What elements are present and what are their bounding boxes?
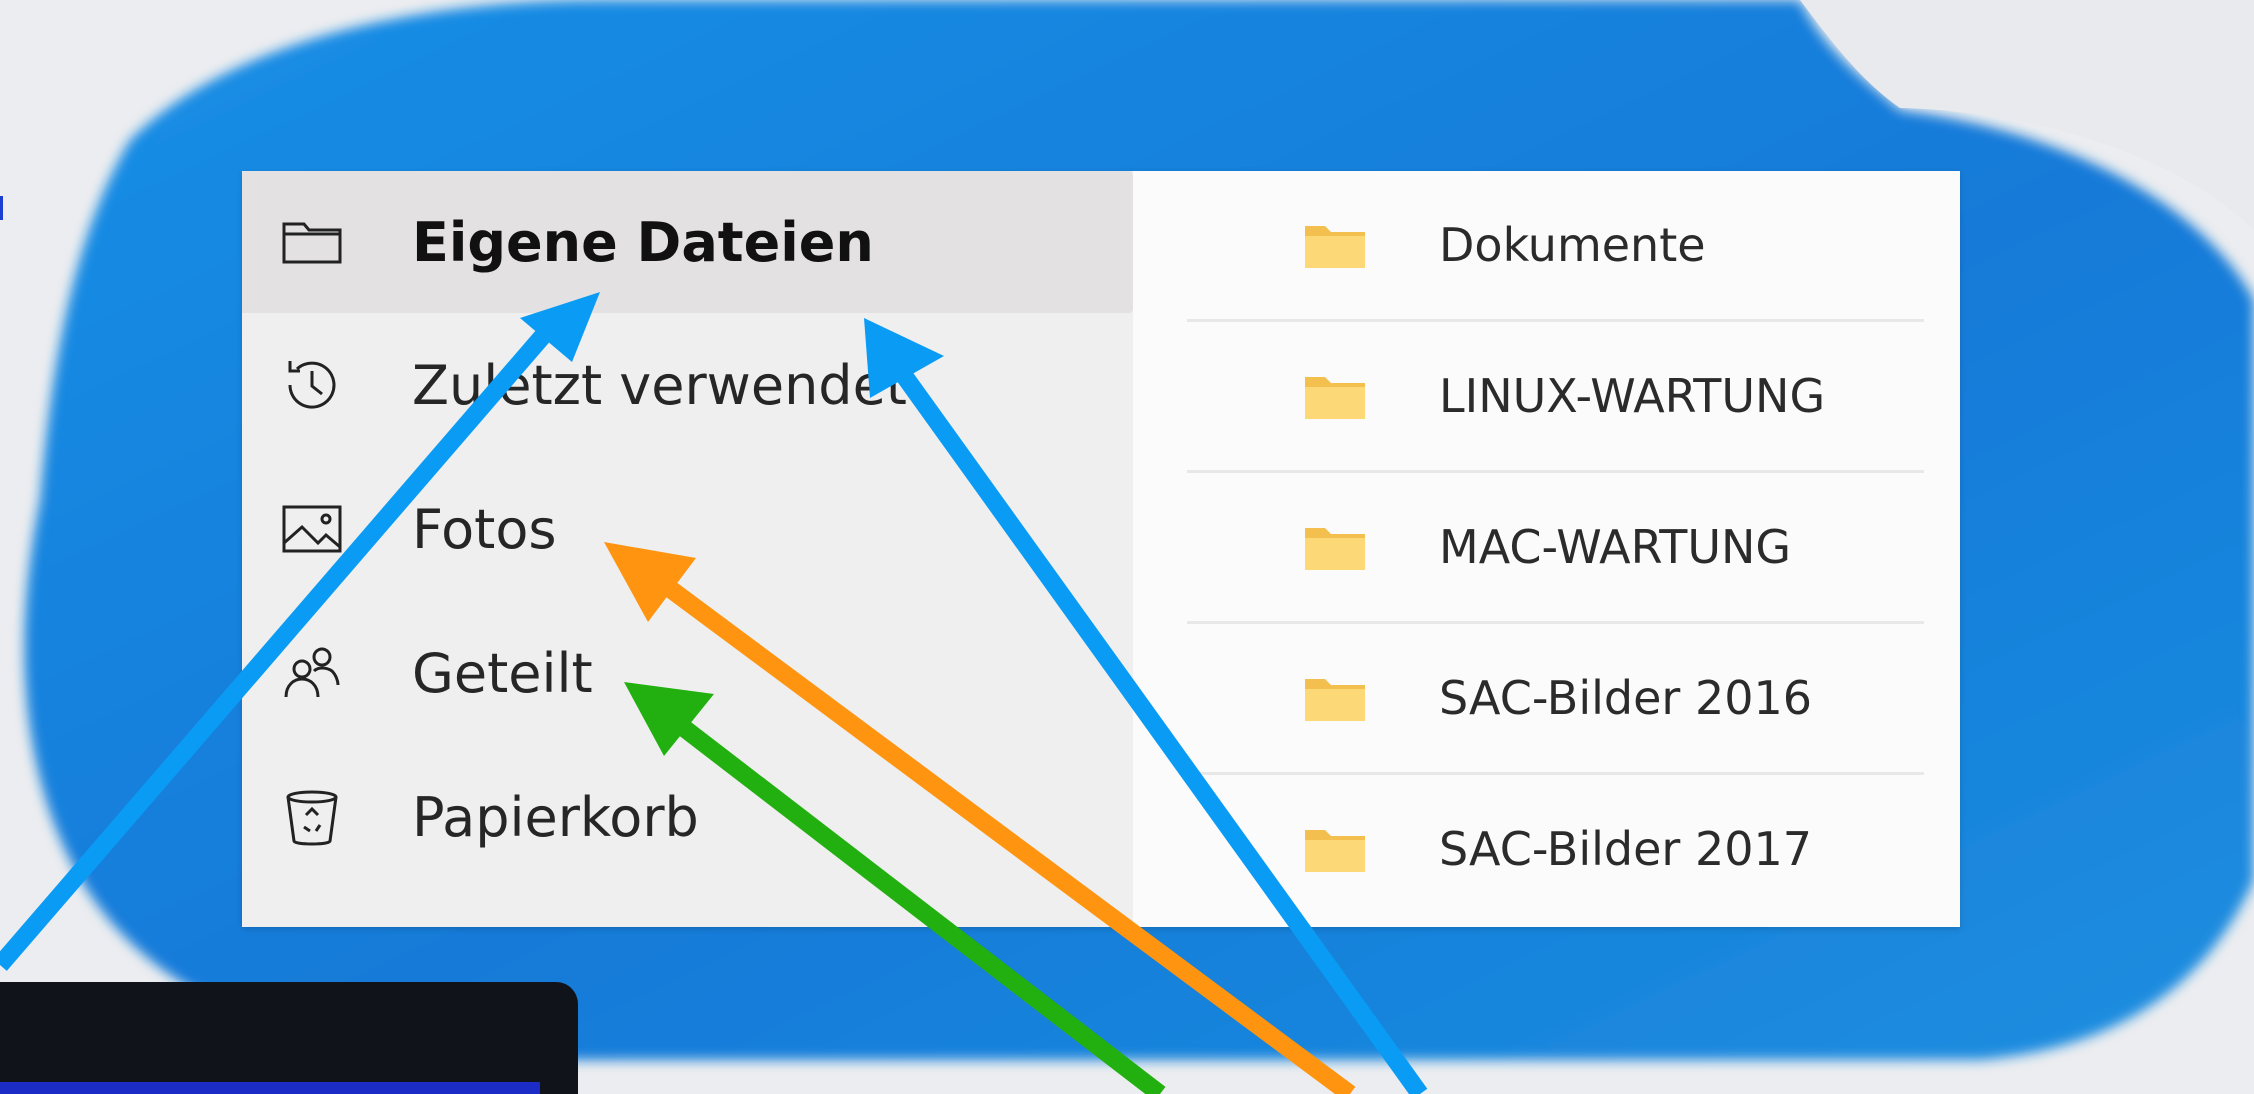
device-screen-strip — [0, 1082, 540, 1094]
sidebar-item-label: Geteilt — [412, 641, 593, 705]
file-name: LINUX-WARTUNG — [1439, 369, 1826, 423]
list-item[interactable]: SAC-Bilder 2017 — [1187, 775, 1924, 923]
folder-icon — [1305, 830, 1365, 872]
list-item[interactable]: SAC-Bilder 2016 — [1187, 624, 1924, 775]
history-icon — [280, 353, 344, 417]
file-name: SAC-Bilder 2017 — [1439, 822, 1813, 876]
image-icon — [280, 497, 344, 561]
file-browser-panel: Eigene Dateien Zuletzt verwendet Fotos G… — [242, 171, 1960, 927]
sidebar-item-fotos[interactable]: Fotos — [242, 457, 1133, 601]
folder-icon — [1305, 528, 1365, 570]
folder-icon — [1305, 377, 1365, 419]
folder-icon — [1305, 226, 1365, 268]
file-name: MAC-WARTUNG — [1439, 520, 1792, 574]
people-icon — [280, 641, 344, 705]
folder-icon — [1305, 679, 1365, 721]
sidebar-item-geteilt[interactable]: Geteilt — [242, 601, 1133, 745]
sidebar: Eigene Dateien Zuletzt verwendet Fotos G… — [242, 171, 1133, 927]
sidebar-item-label: Eigene Dateien — [412, 210, 874, 274]
folder-outline-icon — [280, 210, 344, 274]
list-item[interactable]: LINUX-WARTUNG — [1187, 322, 1924, 473]
file-name: Dokumente — [1439, 218, 1706, 272]
sidebar-item-label: Papierkorb — [412, 785, 699, 849]
list-item[interactable]: MAC-WARTUNG — [1187, 473, 1924, 624]
sidebar-item-eigene-dateien[interactable]: Eigene Dateien — [242, 171, 1133, 313]
list-item[interactable]: Dokumente — [1187, 171, 1924, 322]
file-list: Dokumente LINUX-WARTUNG MAC-WARTUNG SAC-… — [1133, 171, 1960, 927]
sidebar-item-label: Zuletzt verwendet — [412, 353, 907, 417]
onedrive-promo-stage: Eigene Dateien Zuletzt verwendet Fotos G… — [0, 0, 2254, 1094]
sidebar-item-label: Fotos — [412, 497, 557, 561]
recycle-bin-icon — [280, 785, 344, 849]
sidebar-item-papierkorb[interactable]: Papierkorb — [242, 745, 1133, 889]
device-edge — [0, 982, 578, 1094]
sidebar-item-zuletzt-verwendet[interactable]: Zuletzt verwendet — [242, 313, 1133, 457]
file-name: SAC-Bilder 2016 — [1439, 671, 1813, 725]
